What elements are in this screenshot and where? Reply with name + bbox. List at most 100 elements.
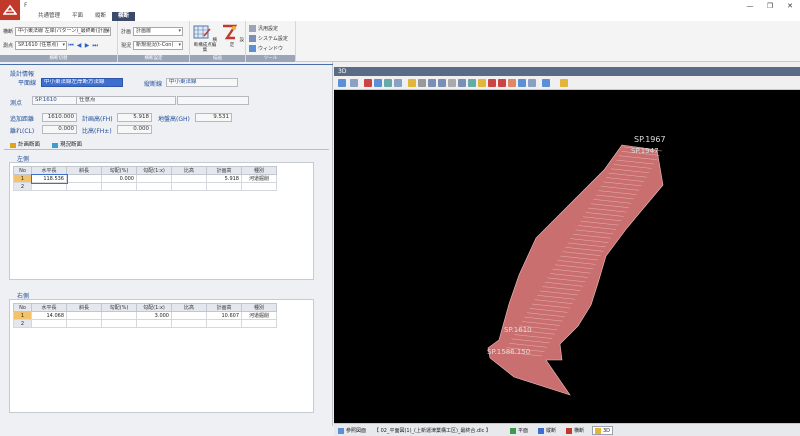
table-cell[interactable] <box>171 182 207 191</box>
table-row[interactable]: 2 <box>13 319 277 328</box>
table-cell[interactable] <box>66 174 102 183</box>
table-cell[interactable]: 10.607 <box>206 311 242 320</box>
table-cell[interactable] <box>66 311 102 320</box>
table-cell[interactable] <box>101 311 137 320</box>
settings-icon[interactable] <box>542 79 550 87</box>
table-cell[interactable] <box>171 311 207 320</box>
table-cell[interactable]: 5.918 <box>206 174 242 183</box>
marker-icon[interactable] <box>560 79 568 87</box>
table-cell[interactable] <box>136 319 172 328</box>
table-cell[interactable] <box>136 174 172 183</box>
table-cell[interactable] <box>206 319 242 328</box>
ground-height-field[interactable]: 9.531 <box>195 113 232 122</box>
light-icon[interactable] <box>408 79 416 87</box>
tab-3d-view[interactable]: 3D <box>592 426 614 435</box>
table-cell[interactable]: 3.000 <box>136 311 172 320</box>
view-icon[interactable] <box>338 79 346 87</box>
layer-icon[interactable] <box>428 79 436 87</box>
table-cell[interactable] <box>136 182 172 191</box>
station-combo[interactable]: SP.1610 (任意点) <box>15 41 68 50</box>
table-cell[interactable] <box>241 182 277 191</box>
close-button[interactable]: ✕ <box>783 1 797 11</box>
app-logo-icon[interactable] <box>0 0 20 20</box>
ribbon-group-section-switch: 横断 中小東法線 左岸(パターン)_最終断(計画) 測点 SP.1610 (任意… <box>0 21 118 62</box>
table-cell[interactable] <box>66 319 102 328</box>
profile-line-field[interactable]: 中小東法線 <box>166 78 238 87</box>
settings-button[interactable]: 設定 <box>219 24 245 54</box>
next-icon[interactable]: ▶ <box>83 42 91 50</box>
rotate-icon[interactable] <box>350 79 358 87</box>
folder-icon <box>10 143 16 148</box>
minimize-button[interactable]: — <box>743 1 757 11</box>
station-label: 測点 <box>3 43 14 49</box>
table-cell[interactable] <box>241 319 277 328</box>
table-cell[interactable]: 14.068 <box>31 311 67 320</box>
table-cell[interactable] <box>206 182 242 191</box>
tab-plan-view[interactable]: 平面 <box>510 427 528 434</box>
table-cell[interactable] <box>101 182 137 191</box>
last-icon[interactable]: ⏭ <box>91 42 99 50</box>
system-settings-item[interactable]: システム設定 <box>249 34 288 42</box>
plan-line-field[interactable]: 中小東法線左岸断方法線 <box>41 78 123 87</box>
table-cell[interactable]: 河道掘削 <box>241 174 277 183</box>
table-row[interactable]: 1 14.068 3.000 10.607 河道掘削 <box>13 311 277 320</box>
cross-section-panel: 設計情報 平面線 中小東法線左岸断方法線 縦断線 中小東法線 測点 SP.161… <box>0 62 333 426</box>
tab-profile[interactable]: 縦断 <box>89 12 112 21</box>
first-icon[interactable]: ⏮ <box>67 42 75 50</box>
table-cell[interactable] <box>31 319 67 328</box>
grid-icon[interactable] <box>418 79 426 87</box>
general-settings-icon <box>249 24 256 32</box>
plan-layer-combo[interactable]: 計画層 <box>133 27 184 36</box>
reference-drawing[interactable]: 参照図面 <box>338 427 366 434</box>
window-item[interactable]: ウィンドウ <box>249 44 283 52</box>
cross-icon <box>566 427 572 434</box>
export-icon[interactable] <box>528 79 536 87</box>
add-distance-field[interactable]: 1610.000 <box>42 113 77 122</box>
offset-field[interactable]: 0.000 <box>42 125 77 134</box>
table-cell[interactable]: 0.000 <box>101 174 137 183</box>
table-row[interactable]: 2 <box>13 182 277 191</box>
tab-cross-section[interactable]: 横断 <box>112 12 136 21</box>
fit-icon[interactable] <box>394 79 402 87</box>
tab-profile-view[interactable]: 縦断 <box>538 427 556 434</box>
table-cell[interactable] <box>101 319 137 328</box>
tab-common[interactable]: 共通管理 <box>32 12 66 21</box>
table-cell[interactable] <box>171 319 207 328</box>
edit-points-button[interactable]: 横断構成点編集 <box>192 24 218 54</box>
texture-icon[interactable] <box>508 79 516 87</box>
section-combo[interactable]: 中小東法線 左岸(パターン)_最終断(計画) <box>15 27 112 36</box>
table-cell[interactable]: 118.536 <box>30 173 68 184</box>
camera-icon[interactable] <box>518 79 526 87</box>
record-icon[interactable] <box>364 79 372 87</box>
height-ratio-field[interactable]: 0.000 <box>117 125 152 134</box>
tab-cross-view[interactable]: 横断 <box>566 427 584 434</box>
3d-view-label: 3D <box>603 427 611 434</box>
prev-icon[interactable]: ◀ <box>75 42 83 50</box>
list-icon[interactable] <box>458 79 466 87</box>
3d-viewport[interactable]: SP.1967 SP.1947 SP.1610 SP.1586.150 <box>334 90 800 423</box>
system-settings-icon <box>249 34 256 42</box>
zoom-icon[interactable] <box>374 79 382 87</box>
plan-height-field[interactable]: 5.918 <box>117 113 152 122</box>
table-cell[interactable] <box>171 174 207 183</box>
tab-plan[interactable]: 平面 <box>66 12 89 21</box>
title-bar: F — ❐ ✕ <box>0 0 800 12</box>
table-cell[interactable] <box>66 182 102 191</box>
maximize-button[interactable]: ❐ <box>763 1 777 11</box>
surface-icon[interactable] <box>498 79 506 87</box>
col-header: 計画高 <box>206 303 242 312</box>
table-cell[interactable] <box>31 182 67 191</box>
window-icon <box>249 44 256 52</box>
pan-icon[interactable] <box>384 79 392 87</box>
layer2-icon[interactable] <box>438 79 446 87</box>
mesh-icon[interactable] <box>468 79 476 87</box>
color-icon[interactable] <box>488 79 496 87</box>
line-icon[interactable] <box>448 79 456 87</box>
palette-icon[interactable] <box>478 79 486 87</box>
col-header: No <box>13 166 32 175</box>
reference-label: 参照図面 <box>346 428 367 434</box>
table-row[interactable]: 1 118.536 0.000 5.918 河道掘削 <box>13 173 277 184</box>
general-settings-item[interactable]: 汎用設定 <box>249 24 278 32</box>
table-cell[interactable]: 河道掘削 <box>241 311 277 320</box>
current-layer-combo[interactable]: 新規現況(t-Con) <box>133 41 184 50</box>
